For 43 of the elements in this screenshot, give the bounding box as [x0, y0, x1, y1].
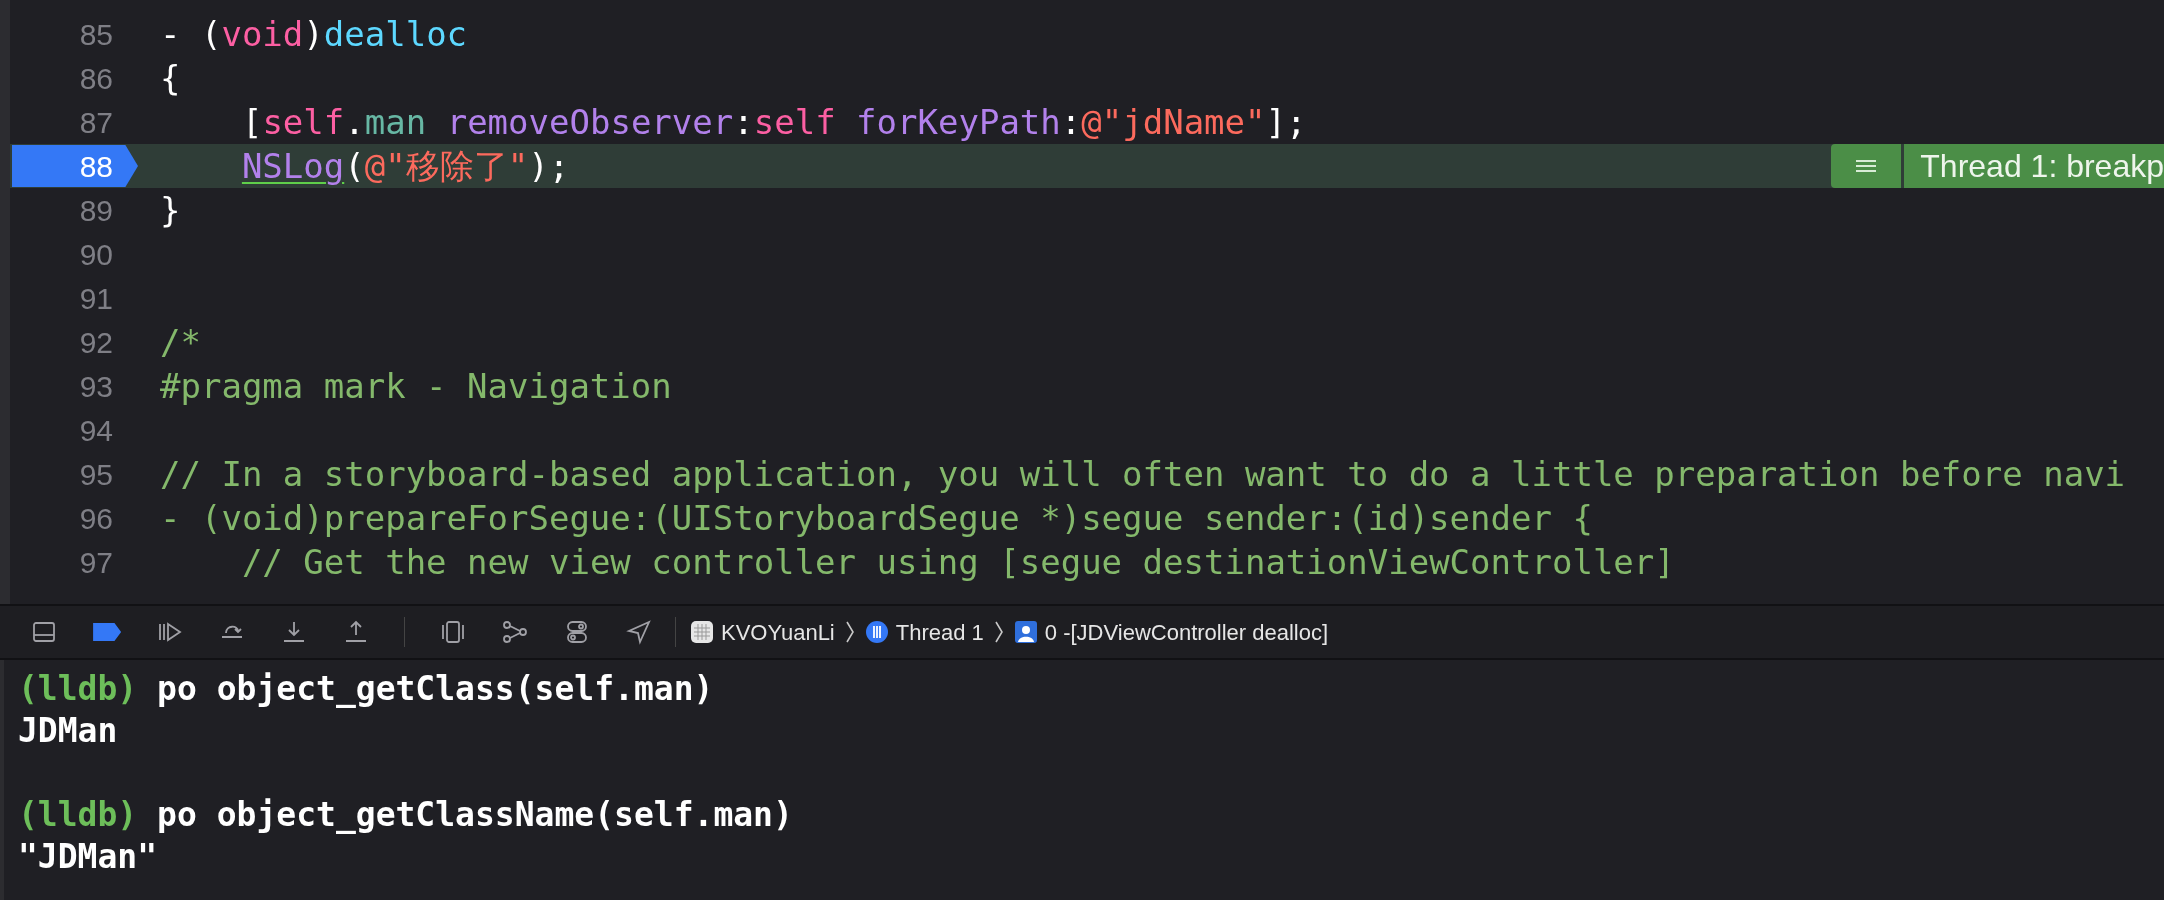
code-line: #pragma mark - Navigation	[160, 369, 672, 403]
code-line: }	[160, 193, 181, 227]
memory-graph-icon[interactable]	[501, 619, 529, 645]
line-number: 85	[78, 16, 113, 53]
line-number: 94	[78, 412, 113, 449]
app-icon	[690, 620, 714, 644]
breakpoint-annotation: Thread 1: breakp	[1904, 144, 2164, 188]
breakpoint-marker[interactable]: 88	[12, 145, 138, 187]
line-number: 93	[78, 368, 113, 405]
line-number: 90	[78, 236, 113, 273]
thread-icon	[864, 620, 889, 644]
breadcrumb-item[interactable]: 0 -[JDViewController dealloc]	[1013, 615, 1329, 649]
location-arrow-icon[interactable]	[625, 619, 653, 645]
code-line: /*	[160, 325, 201, 359]
line-number: 89	[78, 192, 113, 229]
line-number: 96	[78, 500, 113, 537]
console-output: JDMan	[18, 711, 118, 750]
line-number: 97	[78, 544, 113, 581]
chevron-icon	[844, 620, 855, 644]
code-line: [self.man removeObserver:self forKeyPath:@"jdName"];	[240, 105, 1307, 139]
line-number: 91	[78, 280, 113, 317]
breakpoint-toggle-icon[interactable]	[92, 621, 122, 643]
code-line: NSLog(@"移除了");	[240, 149, 570, 183]
console-output: "JDMan"	[18, 837, 158, 876]
code-line: // In a storyboard-based application, you will often want to do a little preparation before navi	[160, 457, 2126, 491]
line-number: 87	[78, 104, 113, 141]
panel-toggle-icon[interactable]	[30, 619, 58, 645]
console-command: (lldb) po object_getClass(self.man)	[18, 669, 714, 708]
line-number: 95	[78, 456, 113, 493]
chevron-icon	[993, 620, 1004, 644]
code-line: - (void)prepareForSegue:(UIStoryboardSegue *)segue sender:(id)sender {	[160, 501, 1593, 535]
breadcrumb-item[interactable]: Thread 1	[864, 615, 984, 649]
code-line: - (void)dealloc	[160, 17, 468, 51]
line-number: 92	[78, 324, 113, 361]
code-line: {	[160, 61, 181, 95]
breadcrumb-item[interactable]: KVOYuanLi	[690, 615, 835, 649]
code-line: // Get the new view controller using [segue destinationViewController]	[240, 545, 1675, 579]
console-command: (lldb) po object_getClassName(self.man)	[18, 795, 793, 834]
menu-icon	[1854, 158, 1879, 174]
annotation-menu-button[interactable]	[1831, 144, 1902, 188]
line-number: 86	[78, 60, 113, 97]
view-hierarchy-icon[interactable]	[439, 619, 467, 645]
person-icon	[1013, 620, 1038, 644]
